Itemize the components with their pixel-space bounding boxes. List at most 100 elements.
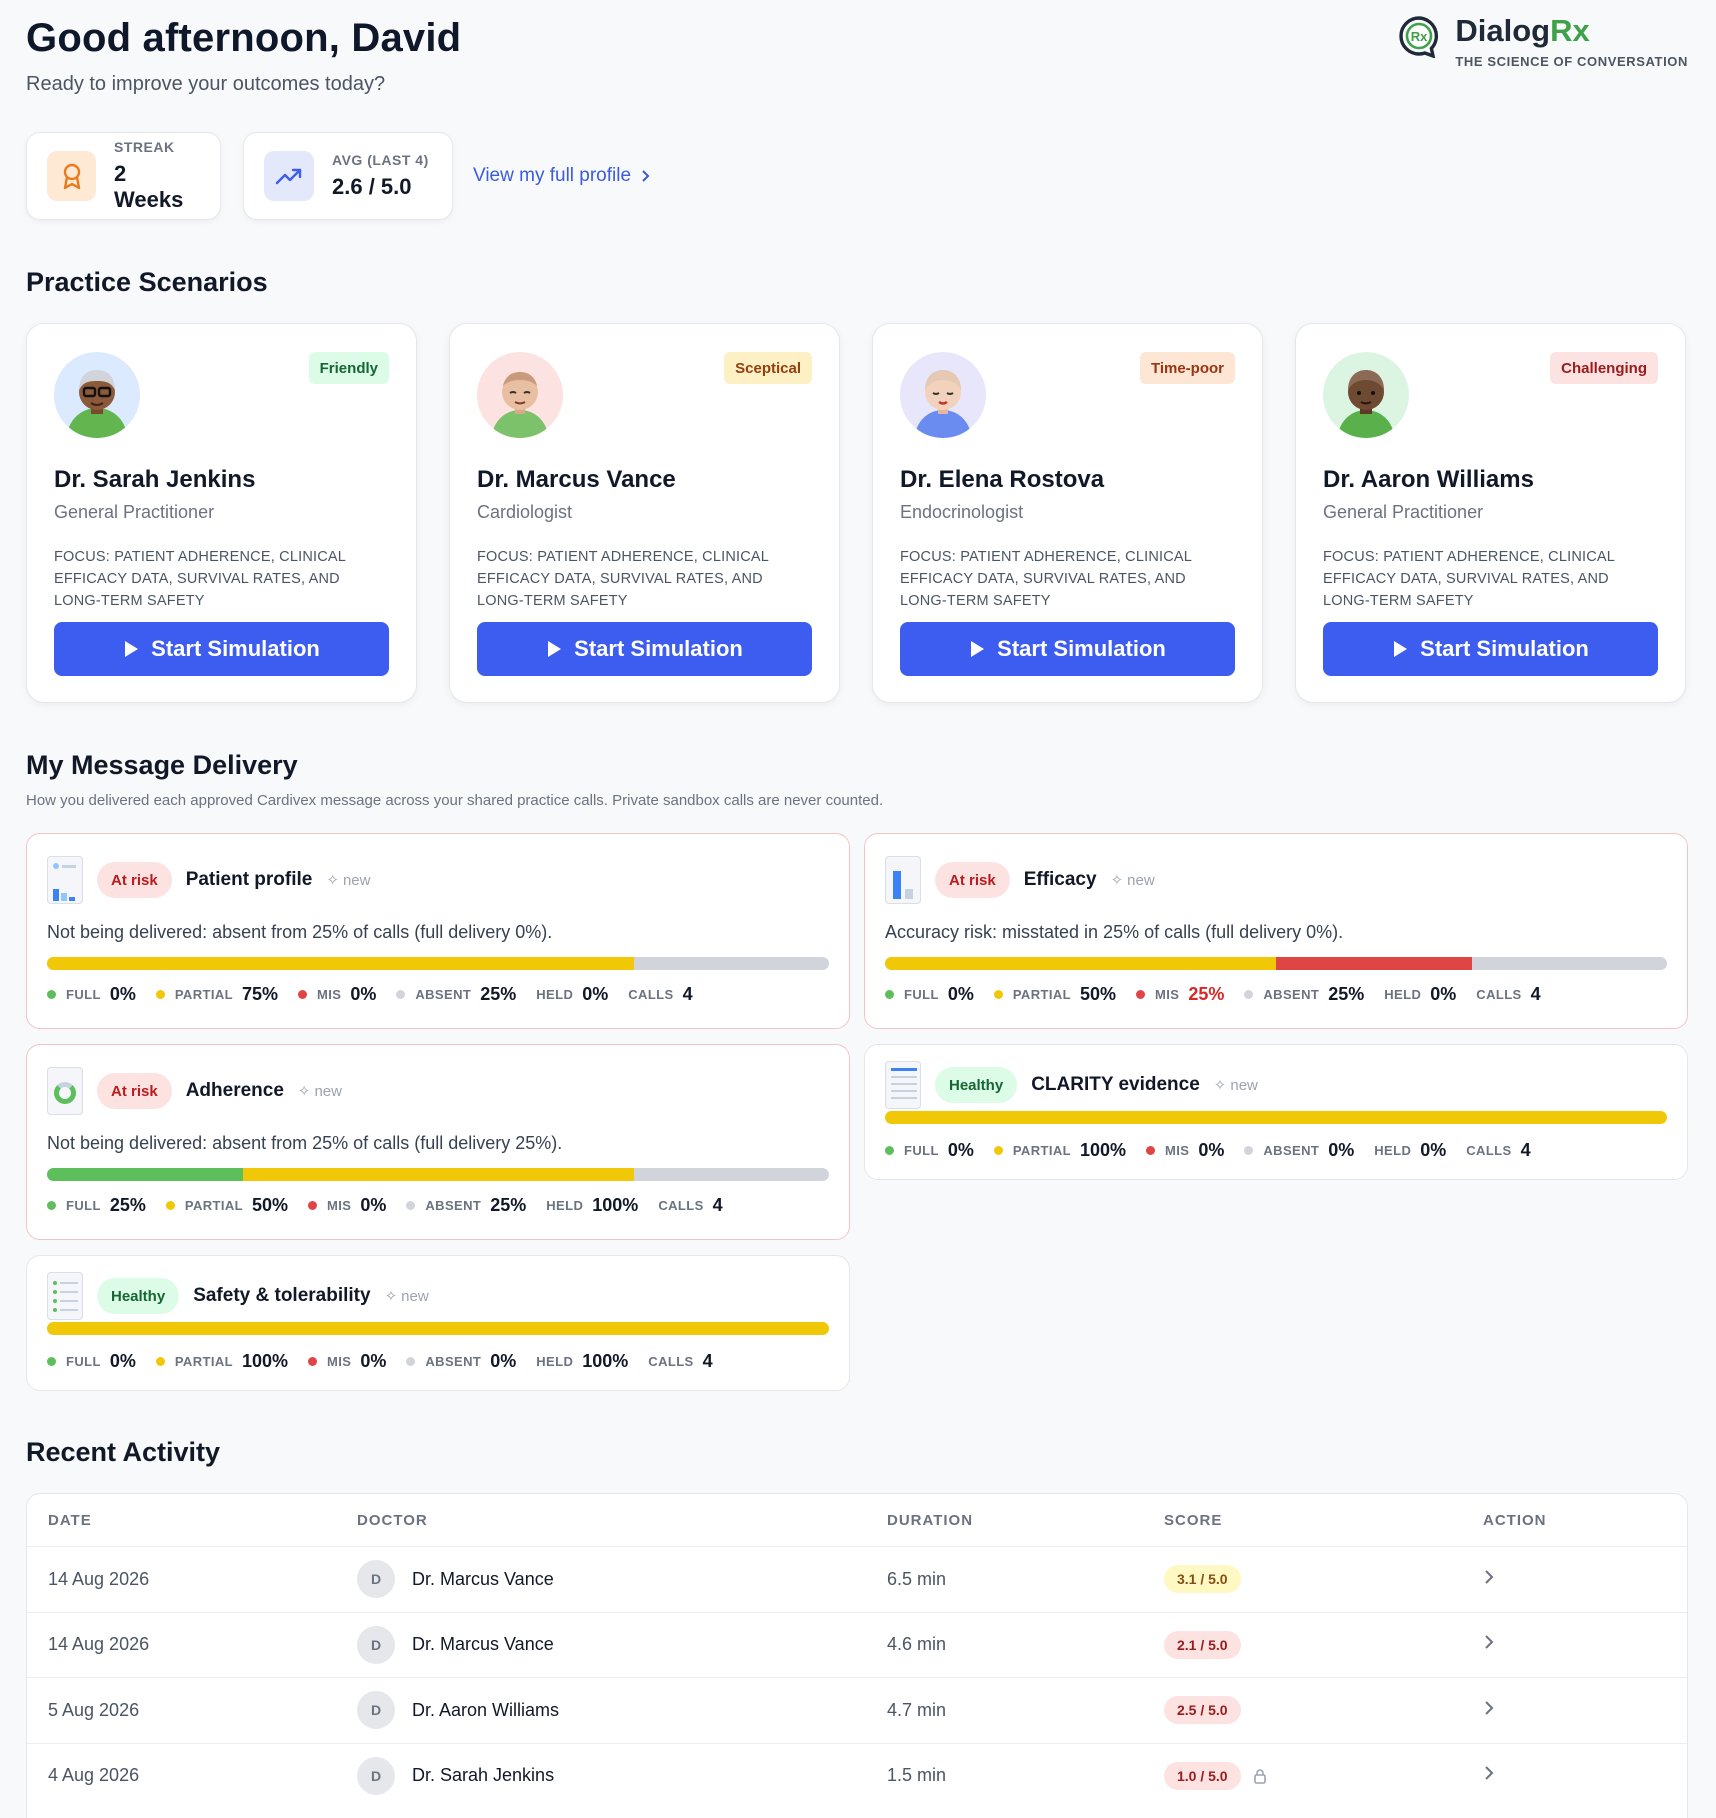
full-value: 0%	[947, 1140, 974, 1160]
sparkle-icon: ✧	[1110, 872, 1124, 889]
start-simulation-label: Start Simulation	[574, 636, 743, 661]
trending-up-icon	[264, 151, 314, 201]
bar-partial-segment	[47, 1322, 829, 1335]
new-badge: ✧ new	[1213, 1076, 1258, 1095]
message-card[interactable]: At risk Efficacy ✧ new Accuracy risk: mis…	[864, 833, 1688, 1029]
chevron-right-icon[interactable]	[1483, 1764, 1495, 1787]
table-doc-icon	[885, 1061, 921, 1109]
page-subtitle: Ready to improve your outcomes today?	[26, 73, 386, 95]
chevron-right-icon[interactable]	[1483, 1633, 1495, 1656]
calls-value: 4	[1530, 984, 1541, 1004]
play-icon	[125, 641, 139, 657]
chevron-right-icon[interactable]	[1483, 1699, 1495, 1722]
column-header: SCORE	[1164, 1511, 1223, 1529]
full-value: 0%	[109, 984, 136, 1004]
message-description: Accuracy risk: misstated in 25% of calls…	[885, 922, 1344, 942]
message-card[interactable]: Healthy CLARITY evidence ✧ new FULL 0% PAR…	[864, 1044, 1688, 1180]
doctor-role: General Practitioner	[54, 502, 215, 522]
start-simulation-button[interactable]: Start Simulation	[477, 622, 812, 676]
average-value: 2.6 / 5.0	[332, 174, 412, 199]
average-card: AVG (LAST 4) 2.6 / 5.0	[243, 132, 453, 220]
new-badge: ✧ new	[297, 1082, 342, 1101]
table-row[interactable]: 14 Aug 2026 D Dr. Marcus Vance 6.5 min 3.…	[27, 1546, 1687, 1612]
partial-value: 50%	[252, 1195, 289, 1215]
delivery-bar	[885, 957, 1667, 970]
mis-value: 0%	[360, 1195, 387, 1215]
delivery-legend: FULL 0% PARTIAL 100% MIS 0% ABSENT 0% HELD 0%…	[885, 1140, 1551, 1161]
streak-card: STREAK 2 Weeks	[26, 132, 221, 220]
start-simulation-button[interactable]: Start Simulation	[900, 622, 1235, 676]
table-row[interactable]: 4 Aug 2026 D Dr. Sarah Jenkins 1.5 min 1.…	[27, 1742, 1687, 1809]
start-simulation-button[interactable]: Start Simulation	[54, 622, 389, 676]
donut-doc-icon	[47, 1067, 83, 1115]
held-value: 100%	[582, 1351, 629, 1371]
chevron-right-icon	[642, 170, 650, 182]
scenario-card: Challenging Dr. Aaron Williams General P…	[1295, 323, 1686, 703]
delivery-bar	[47, 1168, 829, 1181]
focus-text: Focus: Patient adherence, clinical effic…	[1323, 549, 1615, 609]
avatar: D	[357, 1560, 395, 1599]
message-card[interactable]: At risk Patient profile ✧ new Not being d…	[26, 833, 850, 1029]
partial-value: 100%	[1080, 1140, 1127, 1160]
bar-partial-segment	[885, 957, 1276, 970]
delivery-legend: FULL 0% PARTIAL 75% MIS 0% ABSENT 25% HELD 0%…	[47, 984, 713, 1005]
personality-tag: Sceptical	[724, 352, 812, 384]
focus-text: Focus: Patient adherence, clinical effic…	[900, 549, 1192, 609]
doctor-name: Dr. Elena Rostova	[900, 466, 1105, 493]
start-simulation-label: Start Simulation	[1420, 636, 1589, 661]
status-badge: At risk	[97, 1073, 172, 1109]
table-row[interactable]: 14 Aug 2026 D Dr. Marcus Vance 4.6 min 2.…	[27, 1611, 1687, 1678]
absent-value: 0%	[1328, 1140, 1355, 1160]
calls-value: 4	[702, 1351, 713, 1371]
view-profile-link[interactable]: View my full profile	[473, 165, 651, 187]
new-badge: ✧ new	[384, 1287, 429, 1306]
doctor-role: Endocrinologist	[900, 502, 1024, 522]
column-header: DOCTOR	[357, 1511, 428, 1529]
scenario-card: Friendly Dr. Sarah Jenkins General Pract…	[26, 323, 417, 703]
speech-bubble-rx-icon: Rx	[1399, 16, 1439, 58]
personality-tag: Friendly	[308, 352, 389, 384]
held-value: 0%	[582, 984, 609, 1004]
table-row[interactable]: 5 Aug 2026 D Dr. Aaron Williams 4.7 min 2…	[27, 1677, 1687, 1743]
column-header: DATE	[48, 1511, 92, 1529]
doctor-role: Cardiologist	[477, 502, 573, 522]
full-value: 0%	[109, 1351, 136, 1371]
brand-logo[interactable]: Rx DialogRx THE SCIENCE OF CONVERSATION	[1397, 14, 1688, 69]
delivery-legend: FULL 25% PARTIAL 50% MIS 0% ABSENT 25% HELD 1…	[47, 1195, 743, 1216]
absent-value: 0%	[490, 1351, 517, 1371]
column-header: DURATION	[887, 1511, 974, 1529]
absent-value: 25%	[490, 1195, 527, 1215]
message-card[interactable]: At risk Adherence ✧ new Not being deliver…	[26, 1044, 850, 1240]
score-badge: 3.1 / 5.0	[1164, 1565, 1241, 1594]
message-title: Adherence	[185, 1080, 284, 1101]
scenario-card: Time-poor Dr. Elena Rostova Endocrinolog…	[872, 323, 1263, 703]
message-description: Not being delivered: absent from 25% of …	[47, 922, 553, 942]
start-simulation-label: Start Simulation	[151, 636, 320, 661]
table-header: DATE DOCTOR DURATION SCORE ACTION	[27, 1494, 1687, 1546]
delivery-subtitle: How you delivered each approved Cardivex…	[26, 792, 884, 809]
scenario-cards: Friendly Dr. Sarah Jenkins General Pract…	[26, 323, 1686, 703]
duration-cell: 6.5 min	[887, 1568, 947, 1589]
score-badge: 2.1 / 5.0	[1164, 1630, 1241, 1659]
message-title: CLARITY evidence	[1031, 1074, 1200, 1095]
delivery-title: My Message Delivery	[26, 750, 298, 780]
delivery-bar	[47, 1322, 829, 1335]
play-icon	[1394, 641, 1408, 657]
sparkle-icon: ✧	[326, 872, 339, 889]
doctor-cell: D Dr. Aaron Williams	[357, 1691, 559, 1730]
chevron-right-icon[interactable]	[1483, 1568, 1495, 1591]
page-title: Good afternoon, David	[26, 16, 462, 60]
start-simulation-button[interactable]: Start Simulation	[1323, 622, 1658, 676]
status-badge: At risk	[935, 862, 1010, 898]
focus-text: Focus: Patient adherence, clinical effic…	[54, 549, 346, 609]
message-card[interactable]: Healthy Safety & tolerability ✧ new FULL 0…	[26, 1255, 850, 1391]
award-icon	[47, 151, 97, 201]
column-header: ACTION	[1483, 1511, 1547, 1529]
average-label: AVG (LAST 4)	[332, 152, 429, 168]
score-badge: 1.0 / 5.0	[1164, 1761, 1241, 1790]
partial-value: 50%	[1080, 984, 1117, 1004]
view-profile-label: View my full profile	[473, 165, 632, 186]
mis-value: 25%	[1188, 984, 1225, 1004]
scenarios-title: Practice Scenarios	[26, 267, 268, 297]
delivery-bar	[885, 1111, 1667, 1124]
